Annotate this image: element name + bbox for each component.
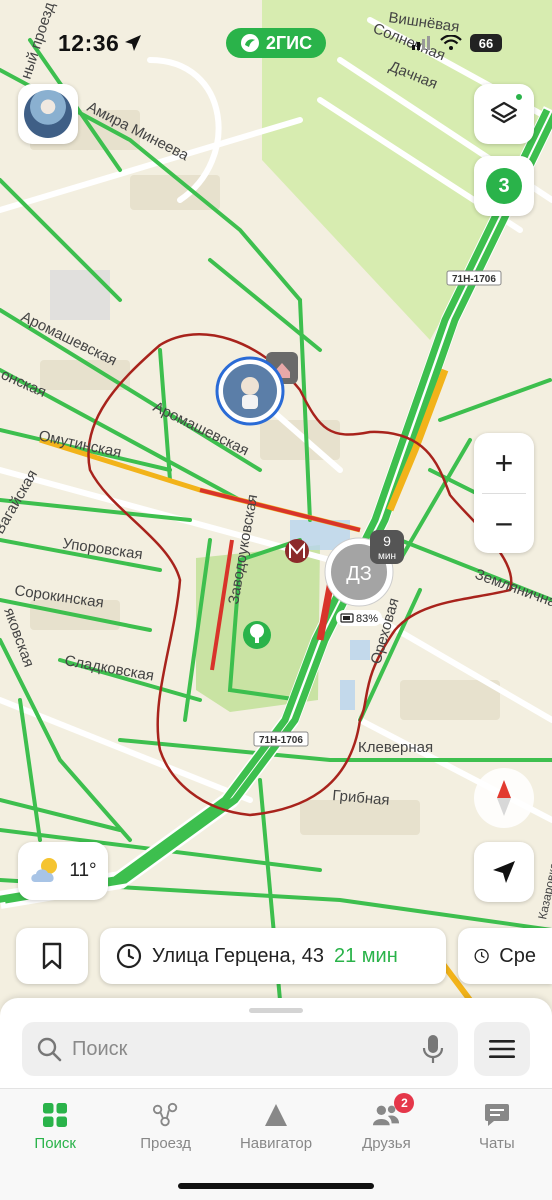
svg-text:71Н-1706: 71Н-1706 (259, 735, 303, 746)
svg-text:9: 9 (383, 533, 391, 549)
tab-label: Проезд (140, 1135, 191, 1152)
clock-icon (116, 943, 142, 969)
my-location-avatar-marker (215, 356, 285, 426)
navigator-icon (262, 1101, 290, 1129)
layers-notification-dot (514, 92, 524, 102)
brand-pill: 2ГИС (226, 28, 326, 58)
sheet-grabber[interactable] (249, 1008, 303, 1013)
route-icon (152, 1101, 180, 1129)
layers-icon (490, 101, 518, 124)
quick-route-address: Сре (499, 944, 536, 967)
svg-text:83%: 83% (356, 613, 378, 625)
avatar (24, 90, 72, 138)
bookmarks-button[interactable] (16, 928, 88, 984)
bottom-sheet (0, 998, 552, 1088)
park-tree-icon (243, 621, 271, 649)
road-code-badge-upper: 71Н-1706 (446, 270, 502, 286)
metro-icon (285, 539, 309, 563)
grid-icon (41, 1101, 69, 1129)
navigation-arrow-icon (493, 861, 515, 883)
zoom-in-button[interactable]: + (474, 433, 534, 493)
compass-button[interactable] (474, 768, 534, 828)
quick-route-eta: 21 мин (333, 944, 398, 967)
zoom-out-button[interactable]: − (474, 494, 534, 554)
compass-icon (497, 780, 511, 816)
status-icons: 66 (412, 34, 502, 52)
wifi-icon (440, 35, 462, 50)
svg-text:мин: мин (378, 551, 396, 562)
tab-label: Поиск (34, 1135, 76, 1152)
tab-search[interactable]: Поиск (0, 1089, 110, 1200)
quick-route-chip[interactable]: Сре (458, 928, 552, 984)
friend-eta-bubble: 9 мин (370, 530, 404, 564)
friends-icon: 2 (372, 1093, 415, 1129)
search-bar[interactable] (22, 1022, 458, 1076)
search-input[interactable] (72, 1037, 412, 1061)
friends-notification-badge: 2 (394, 1093, 415, 1113)
cellular-signal-icon (412, 36, 430, 50)
road-code-badge-lower: 71Н-1706 (253, 731, 309, 747)
chat-icon (483, 1101, 511, 1129)
friend-battery-indicator: 83% (336, 610, 382, 626)
tab-label: Навигатор (239, 1135, 313, 1152)
my-location-button[interactable] (474, 842, 534, 902)
clock-icon (474, 948, 489, 964)
tab-label: Друзья (362, 1135, 411, 1152)
menu-button[interactable] (474, 1022, 530, 1076)
traffic-score-badge: 3 (486, 168, 522, 204)
svg-text:71Н-1706: 71Н-1706 (452, 274, 496, 285)
map-app-screen: ный проезд Амира Минеева Аромашевская Ар… (0, 0, 552, 1200)
battery-indicator: 66 (470, 34, 502, 52)
tab-chats[interactable]: Чаты (442, 1089, 552, 1200)
quick-route-chip[interactable]: Улица Герцена, 43 21 мин (100, 928, 446, 984)
street-label-klevernaya: Клеверная (358, 739, 433, 756)
partly-cloudy-icon (31, 858, 58, 882)
brand-logo-icon (240, 34, 259, 52)
traffic-score-button[interactable]: 3 (474, 156, 534, 216)
location-services-icon (125, 35, 141, 51)
weather-button[interactable]: 11° (18, 842, 108, 900)
weather-temperature: 11° (69, 860, 97, 881)
hamburger-menu-icon (489, 1040, 515, 1058)
search-icon (37, 1037, 62, 1062)
tab-label: Чаты (478, 1135, 515, 1152)
zoom-controls: + − (474, 433, 534, 553)
quick-route-address: Улица Герцена, 43 (152, 944, 324, 967)
friend-marker-initials: ДЗ (346, 563, 372, 585)
microphone-icon[interactable] (422, 1034, 444, 1064)
home-indicator[interactable] (178, 1183, 374, 1189)
bookmark-icon (42, 942, 62, 970)
layers-button[interactable] (474, 84, 534, 144)
profile-avatar-button[interactable] (18, 84, 78, 144)
brand-name: 2ГИС (265, 32, 313, 53)
status-time: 12:36 (58, 30, 120, 56)
